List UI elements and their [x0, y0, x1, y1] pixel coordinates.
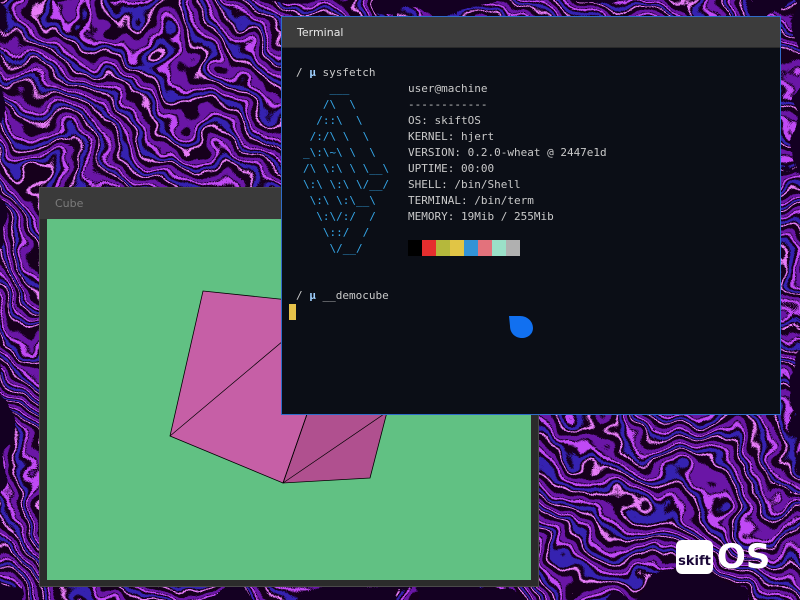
- system-info-line: KERNEL: hjert: [408, 130, 495, 143]
- ascii-logo-line: \:\/:/ /: [303, 210, 376, 223]
- system-info-line: MEMORY: 19Mib / 255Mib: [408, 210, 554, 223]
- prompt-symbol: µ: [309, 66, 316, 79]
- palette-swatch: [478, 240, 492, 256]
- palette-swatch: [464, 240, 478, 256]
- skift-logo-os: OS: [717, 537, 771, 577]
- system-info-line: UPTIME: 00:00: [408, 162, 495, 175]
- ascii-logo-line: _\:\~\ \ \: [303, 146, 376, 159]
- ascii-logo-line: /:/\ \ \: [303, 130, 370, 143]
- ascii-logo-line: \/__/: [303, 242, 363, 255]
- system-info-line: user@machine: [408, 82, 488, 95]
- palette-swatch: [436, 240, 450, 256]
- palette-swatch: [492, 240, 506, 256]
- prompt-path: /: [296, 289, 303, 302]
- skift-logo-box: skift: [676, 540, 713, 574]
- palette-swatch: [450, 240, 464, 256]
- system-info-line: TERMINAL: /bin/term: [408, 194, 534, 207]
- system-info-line: SHELL: /bin/Shell: [408, 178, 521, 191]
- system-info-line: ------------: [408, 98, 488, 111]
- skift-os-logo: skift OS: [676, 540, 770, 574]
- palette-swatch: [506, 240, 520, 256]
- command-democube: __democube: [322, 289, 389, 302]
- terminal-window[interactable]: Terminal / µ sysfetch ___ /\ \ /::\ \ /:…: [281, 16, 781, 415]
- system-info: user@machine ------------ OS: skiftOS KERNE…: [408, 81, 607, 225]
- ascii-logo-line: /::\ \: [303, 114, 363, 127]
- ascii-logo-line: /\ \:\ \ \__\: [303, 162, 390, 175]
- palette-swatch: [408, 240, 422, 256]
- prompt-line-1: / µ sysfetch: [296, 65, 375, 81]
- pointer-droplet-icon: [509, 316, 533, 338]
- ascii-logo: ___ /\ \ /::\ \ /:/\ \ \_\:\~\ \ \/\ \:\…: [303, 81, 389, 257]
- system-info-line: VERSION: 0.2.0-wheat @ 2447e1d: [408, 146, 607, 159]
- color-palette: [408, 240, 520, 256]
- ascii-logo-line: ___: [303, 82, 350, 95]
- system-info-line: OS: skiftOS: [408, 114, 481, 127]
- text-cursor[interactable]: [289, 304, 296, 320]
- command-sysfetch: sysfetch: [322, 66, 376, 79]
- ascii-logo-line: \:\ \:\__\: [303, 194, 376, 207]
- terminal-window-title[interactable]: Terminal: [282, 17, 780, 48]
- palette-swatch: [422, 240, 436, 256]
- ascii-logo-line: \:\ \:\ \/__/: [303, 178, 390, 191]
- prompt-symbol: µ: [309, 289, 316, 302]
- prompt-path: /: [296, 66, 303, 79]
- prompt-line-2: / µ __democube: [296, 288, 389, 304]
- ascii-logo-line: /\ \: [303, 98, 356, 111]
- ascii-logo-line: \::/ /: [303, 226, 370, 239]
